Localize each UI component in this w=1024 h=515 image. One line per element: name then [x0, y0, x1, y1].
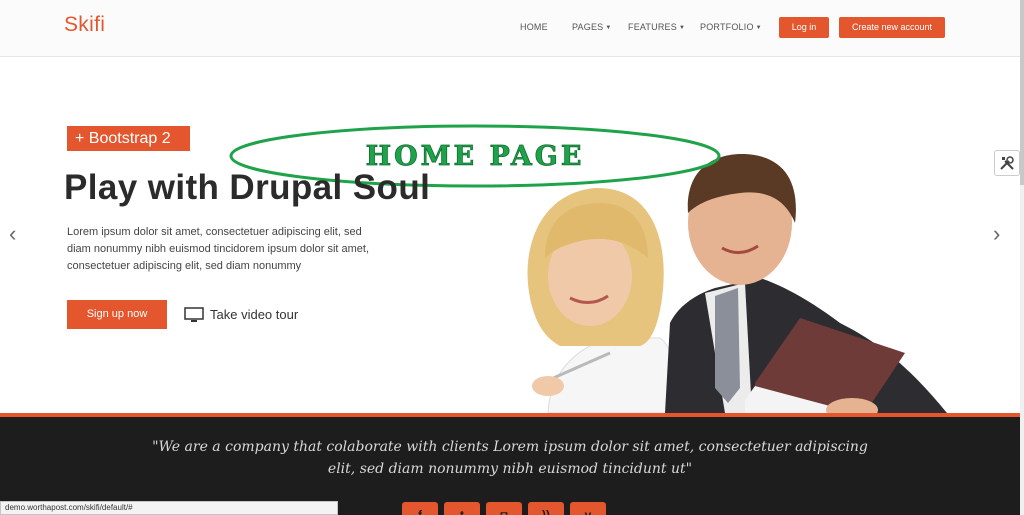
site-logo[interactable]: Skifi	[64, 13, 105, 37]
facebook-icon[interactable]: f	[402, 502, 438, 515]
monitor-icon	[184, 307, 204, 322]
nav-pages[interactable]: PAGES ▼	[572, 22, 612, 32]
company-quote: "We are a company that colaborate with c…	[152, 439, 868, 477]
hero-slider: HOME PAGE + Bootstrap 2 Play with Drupal…	[0, 58, 1020, 413]
chevron-down-icon: ▼	[678, 25, 686, 31]
chevron-down-icon: ▼	[605, 25, 612, 31]
nav-home[interactable]: HOME	[520, 22, 548, 32]
video-tour-link[interactable]: Take video tour	[210, 307, 298, 322]
instagram-icon[interactable]: ◘	[486, 502, 522, 515]
nav-features-label: FEATURES	[628, 22, 677, 32]
nav-portfolio[interactable]: PORTFOLIO ▼	[700, 22, 762, 32]
nav-home-label: HOME	[520, 22, 548, 32]
tools-widget[interactable]	[994, 150, 1020, 176]
chevron-down-icon: ▼	[755, 25, 762, 31]
prev-slide-arrow[interactable]: ‹	[9, 221, 16, 247]
scrollbar-thumb[interactable]	[1020, 0, 1024, 185]
twitter-icon[interactable]: t	[444, 502, 480, 515]
hero-body-text: Lorem ipsum dolor sit amet, consectetuer…	[67, 226, 370, 272]
rss-icon[interactable]: ))	[528, 502, 564, 515]
create-account-button[interactable]: Create new account	[839, 17, 945, 38]
page-scrollbar[interactable]	[1020, 0, 1024, 515]
hero-title: Play with Drupal Soul	[64, 168, 431, 207]
browser-status-url: demo.worthapost.com/skifi/default/#	[0, 501, 338, 515]
signup-button[interactable]: Sign up now	[67, 300, 167, 329]
nav-pages-label: PAGES	[572, 22, 604, 32]
tools-icon	[1000, 156, 1014, 170]
bootstrap-badge: + Bootstrap 2	[67, 126, 190, 151]
nav-features[interactable]: FEATURES ▼	[628, 22, 685, 32]
site-header: Skifi HOME PAGES ▼ FEATURES ▼ PORTFOLIO ▼ L…	[0, 0, 1020, 57]
nav-portfolio-label: PORTFOLIO	[700, 22, 754, 32]
login-button[interactable]: Log in	[779, 17, 829, 38]
vimeo-icon[interactable]: v	[570, 502, 606, 515]
next-slide-arrow[interactable]: ›	[993, 221, 1000, 247]
